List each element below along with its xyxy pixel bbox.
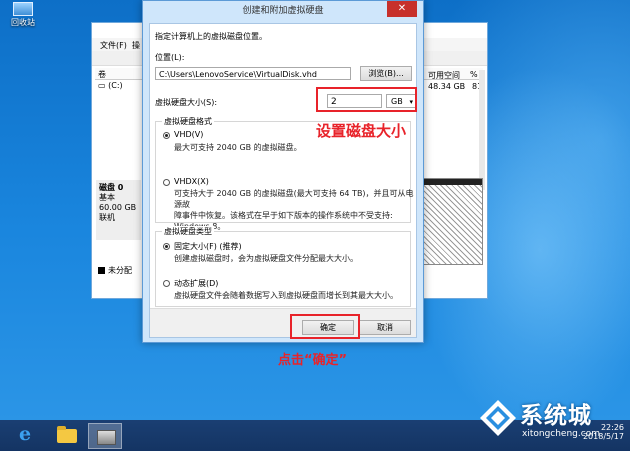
column-percent[interactable]: % xyxy=(470,70,478,79)
annotation-set-size: 设置磁盘大小 xyxy=(316,122,407,140)
clock-date: 2018/5/17 xyxy=(582,432,624,441)
unallocated-partition[interactable] xyxy=(423,178,483,265)
disk-management-icon xyxy=(97,430,116,445)
volume-c-label: (C:) xyxy=(108,81,123,90)
internet-explorer-icon: e xyxy=(19,423,32,445)
scrollbar-vertical[interactable] xyxy=(479,70,485,190)
folder-icon xyxy=(57,426,77,443)
menu-action[interactable]: 操 xyxy=(132,40,140,51)
highlight-ok-box xyxy=(290,314,360,339)
vhdx-desc-line: 可支持大于 2040 GB 的虚拟磁盘(最大可支持 64 TB)，并且可从电源故 xyxy=(174,189,414,209)
volume-c[interactable]: ▭ (C:) xyxy=(98,81,123,90)
annotation-click-ok: 点击“确定” xyxy=(278,353,348,368)
dynamic-label[interactable]: 动态扩展(D) xyxy=(174,278,218,289)
type-group-title: 虚拟硬盘类型 xyxy=(162,226,214,237)
taskbar-disk-management-button[interactable] xyxy=(88,423,122,449)
vhdx-desc-line: 障事件中恢复。该格式在早于如下版本的操作系统中不受支持: xyxy=(174,211,393,220)
dialog-content: 指定计算机上的虚拟磁盘位置。 位置(L): C:\Users\LenovoSer… xyxy=(149,23,417,338)
recycle-bin-shortcut[interactable]: 回收站 xyxy=(8,2,38,28)
disk-name: 磁盘 0 xyxy=(99,183,124,192)
size-label: 虚拟硬盘大小(S): xyxy=(155,98,218,107)
close-button[interactable]: ✕ xyxy=(387,1,417,17)
vhd-radio[interactable] xyxy=(163,132,170,139)
taskbar-ie-button[interactable]: e xyxy=(12,423,44,449)
drive-icon: ▭ xyxy=(98,81,106,90)
legend: 未分配 xyxy=(98,265,132,276)
recycle-bin-icon xyxy=(13,2,33,16)
recycle-bin-label: 回收站 xyxy=(11,18,35,27)
fixed-size-label[interactable]: 固定大小(F) (推荐) xyxy=(174,241,242,252)
vhd-description: 最大可支持 2040 GB 的虚拟磁盘。 xyxy=(174,143,302,152)
cancel-button[interactable]: 取消 xyxy=(359,320,411,335)
vhdx-radio[interactable] xyxy=(163,179,170,186)
intro-text: 指定计算机上的虚拟磁盘位置。 xyxy=(155,32,267,41)
menu-file[interactable]: 文件(F) xyxy=(100,40,127,51)
column-free-space[interactable]: 可用空间 xyxy=(428,70,460,81)
fixed-size-description: 创建虚拟磁盘时，会为虚拟硬盘文件分配最大大小。 xyxy=(174,254,358,263)
legend-swatch xyxy=(98,267,105,274)
fixed-size-radio[interactable] xyxy=(163,243,170,250)
close-icon: ✕ xyxy=(397,3,407,14)
taskbar-clock[interactable]: 22:26 2018/5/17 xyxy=(583,423,624,441)
dynamic-description: 虚拟硬盘文件会随着数据写入到虚拟硬盘而增长到其最大大小。 xyxy=(174,291,398,300)
watermark-name: 系统城 xyxy=(520,403,592,429)
format-group-title: 虚拟硬盘格式 xyxy=(162,116,214,127)
disk-size: 60.00 GB xyxy=(99,203,137,212)
browse-button[interactable]: 浏览(B)... xyxy=(360,66,412,81)
vhdx-label[interactable]: VHDX(X) xyxy=(174,177,209,186)
vhd-label[interactable]: VHD(V) xyxy=(174,130,203,139)
location-label: 位置(L): xyxy=(155,53,185,62)
create-vhd-dialog: 创建和附加虚拟硬盘 ✕ 指定计算机上的虚拟磁盘位置。 位置(L): C:\Use… xyxy=(142,0,424,343)
disk-status: 联机 xyxy=(99,213,115,222)
column-volume[interactable]: 卷 xyxy=(98,69,106,80)
dynamic-radio[interactable] xyxy=(163,280,170,287)
disk-type: 基本 xyxy=(99,193,115,202)
watermark-logo-icon xyxy=(480,400,516,436)
highlight-size-box xyxy=(316,87,417,112)
dialog-title: 创建和附加虚拟硬盘 xyxy=(242,6,324,16)
clock-time: 22:26 xyxy=(600,423,624,432)
location-input[interactable]: C:\Users\LenovoService\VirtualDisk.vhd xyxy=(155,67,351,80)
taskbar-explorer-button[interactable] xyxy=(52,423,84,449)
disk-0-info[interactable]: 磁盘 0 基本 60.00 GB 联机 xyxy=(96,180,141,240)
free-space-value: 48.34 GB xyxy=(428,82,466,91)
legend-unallocated: 未分配 xyxy=(108,266,132,275)
